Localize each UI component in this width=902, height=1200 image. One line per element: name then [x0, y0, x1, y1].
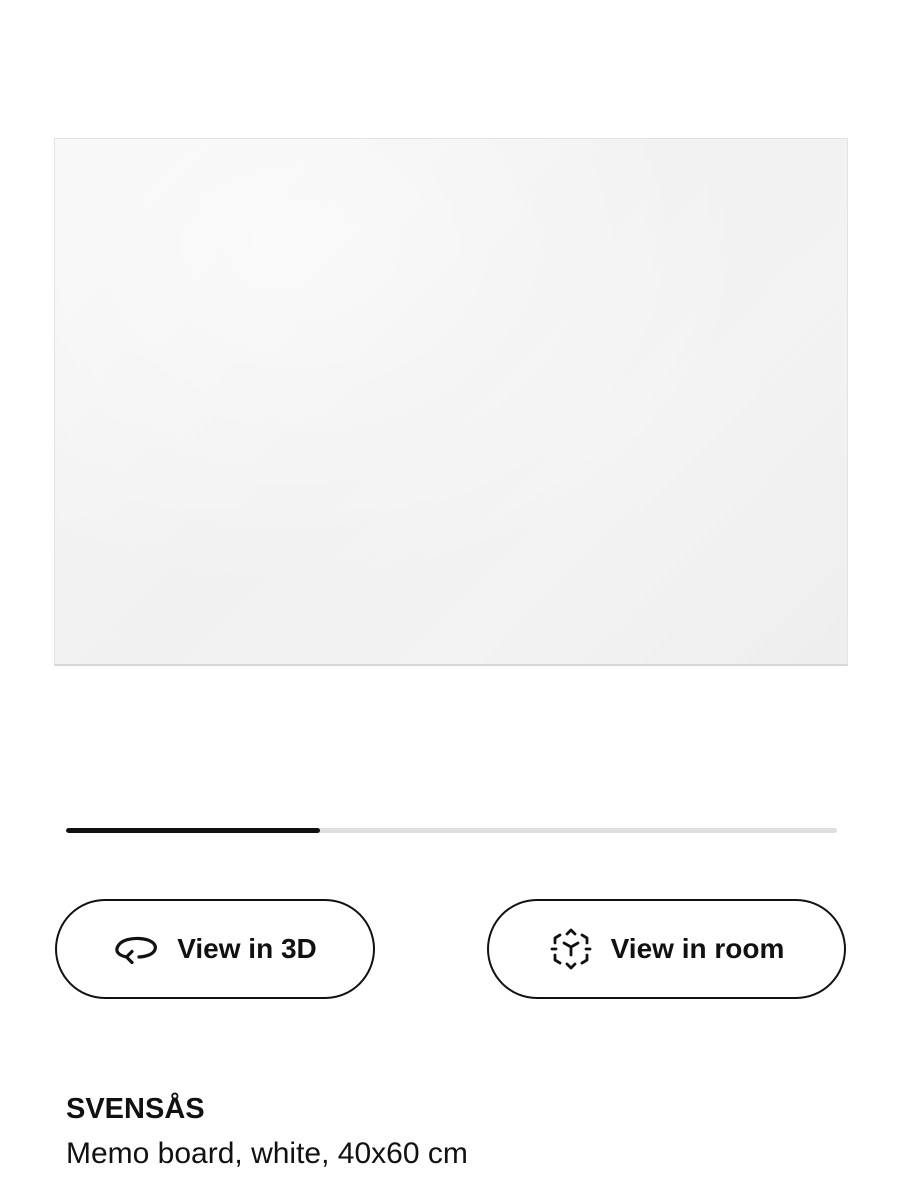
view-in-room-label: View in room: [610, 933, 785, 964]
view-in-room-button[interactable]: View in room: [487, 899, 846, 999]
product-description: Memo board, white, 40x60 cm: [66, 1137, 468, 1170]
view-in-3d-button[interactable]: View in 3D: [55, 899, 375, 999]
product-image-sheen: [55, 139, 847, 664]
product-image[interactable]: [54, 138, 848, 666]
product-name[interactable]: SVENSÅS: [66, 1093, 205, 1126]
image-gallery-progress-fill: [66, 828, 321, 833]
view-in-3d-label: View in 3D: [177, 933, 317, 964]
ar-cube-icon: [549, 927, 593, 971]
rotate-3d-icon: [113, 934, 159, 964]
image-gallery-progress: [66, 828, 837, 833]
